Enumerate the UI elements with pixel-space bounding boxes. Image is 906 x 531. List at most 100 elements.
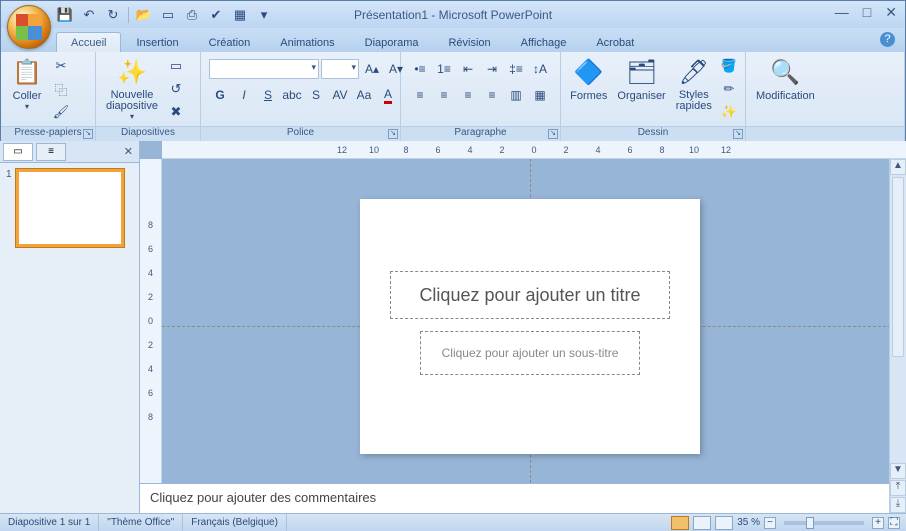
save-icon[interactable]: 💾 <box>56 6 74 24</box>
quick-styles-button[interactable]: 🖊 Styles rapides <box>671 54 717 114</box>
vertical-ruler: 864202468 <box>140 159 162 483</box>
text-direction-icon[interactable]: ↕A <box>529 58 551 80</box>
zoom-level[interactable]: 35 % <box>737 517 760 528</box>
layout-icon[interactable]: ▭ <box>166 56 186 76</box>
prev-slide-icon[interactable]: ⤒ <box>890 480 906 496</box>
qat-customize-icon[interactable]: ▾ <box>255 6 273 24</box>
undo-icon[interactable]: ↶ <box>80 6 98 24</box>
bullets-icon[interactable]: •≡ <box>409 58 431 80</box>
shape-effects-icon[interactable]: ✨ <box>719 102 739 122</box>
font-launcher[interactable]: ↘ <box>388 129 398 139</box>
status-language[interactable]: Français (Belgique) <box>183 514 287 531</box>
open-icon[interactable]: 📂 <box>135 6 153 24</box>
shadow-button[interactable]: S <box>305 84 327 106</box>
normal-view-button[interactable] <box>671 516 689 530</box>
table-icon[interactable]: ▦ <box>231 6 249 24</box>
group-slides-label: Diapositives <box>121 127 175 138</box>
shape-fill-icon[interactable]: 🪣 <box>719 56 739 76</box>
tab-acrobat[interactable]: Acrobat <box>581 32 649 52</box>
underline-button[interactable]: S <box>257 84 279 106</box>
quickprint-icon[interactable]: ⎙ <box>183 6 201 24</box>
paste-button[interactable]: 📋 Coller ▾ <box>5 54 49 113</box>
tab-affichage[interactable]: Affichage <box>506 32 582 52</box>
scroll-up-icon[interactable]: ▲ <box>890 159 906 175</box>
shape-outline-icon[interactable]: ✏ <box>719 79 739 99</box>
next-slide-icon[interactable]: ⤓ <box>890 497 906 513</box>
line-spacing-icon[interactable]: ‡≡ <box>505 58 527 80</box>
maximize-button[interactable]: □ <box>863 4 871 21</box>
clipboard-launcher[interactable]: ↘ <box>83 129 93 139</box>
strike-button[interactable]: abc <box>281 84 303 106</box>
close-button[interactable]: ✕ <box>885 4 897 21</box>
decrease-indent-icon[interactable]: ⇤ <box>457 58 479 80</box>
tab-creation[interactable]: Création <box>194 32 266 52</box>
vertical-scrollbar[interactable]: ▲ ▼ ⤒ ⤓ <box>889 159 906 513</box>
slides-tab[interactable]: ▭ <box>3 143 33 161</box>
help-icon[interactable]: ? <box>880 32 895 47</box>
format-painter-icon[interactable]: 🖌 <box>51 102 71 122</box>
tab-revision[interactable]: Révision <box>433 32 505 52</box>
copy-icon[interactable]: ⿻ <box>51 79 71 99</box>
tab-animations[interactable]: Animations <box>265 32 349 52</box>
title-placeholder[interactable]: Cliquez pour ajouter un titre <box>390 271 670 319</box>
title-bar: 💾 ↶ ↻ 📂 ▭ ⎙ ✔ ▦ ▾ Présentation1 - Micros… <box>1 1 905 28</box>
find-button[interactable]: 🔍 Modification <box>750 54 821 104</box>
new-slide-button[interactable]: ✨ Nouvelle diapositive ▾ <box>100 54 164 123</box>
tab-insertion[interactable]: Insertion <box>121 32 193 52</box>
columns-icon[interactable]: ▥ <box>505 84 527 106</box>
status-theme[interactable]: "Thème Office" <box>99 514 183 531</box>
tab-diaporama[interactable]: Diaporama <box>350 32 434 52</box>
slideshow-view-button[interactable] <box>715 516 733 530</box>
cut-icon[interactable]: ✂ <box>51 56 71 76</box>
char-spacing-icon[interactable]: AV <box>329 84 351 106</box>
align-center-icon[interactable]: ≡ <box>433 84 455 106</box>
thumb-number: 1 <box>6 169 12 247</box>
align-left-icon[interactable]: ≡ <box>409 84 431 106</box>
redo-icon[interactable]: ↻ <box>104 6 122 24</box>
justify-icon[interactable]: ≡ <box>481 84 503 106</box>
zoom-in-button[interactable]: + <box>872 517 884 529</box>
subtitle-placeholder[interactable]: Cliquez pour ajouter un sous-titre <box>420 331 640 375</box>
workspace: ▭ ≡ ✕ 1 12108642024681012 864202468 Cliq… <box>0 141 906 513</box>
increase-indent-icon[interactable]: ⇥ <box>481 58 503 80</box>
group-slides: ✨ Nouvelle diapositive ▾ ▭ ↺ ✖ Diapositi… <box>96 52 201 141</box>
font-color-icon[interactable]: A <box>377 84 399 106</box>
font-size-combo[interactable] <box>321 59 359 79</box>
reset-icon[interactable]: ↺ <box>166 79 186 99</box>
numbering-icon[interactable]: 1≡ <box>433 58 455 80</box>
delete-slide-icon[interactable]: ✖ <box>166 102 186 122</box>
change-case-icon[interactable]: Aa <box>353 84 375 106</box>
fit-window-button[interactable]: ⛶ <box>888 517 900 529</box>
scroll-down-icon[interactable]: ▼ <box>890 463 906 479</box>
slide-panel: ▭ ≡ ✕ 1 <box>0 141 140 513</box>
grow-font-icon[interactable]: A▴ <box>361 58 383 80</box>
horizontal-ruler: 12108642024681012 <box>162 141 906 159</box>
drawing-launcher[interactable]: ↘ <box>733 129 743 139</box>
align-right-icon[interactable]: ≡ <box>457 84 479 106</box>
group-font: A▴ A▾ G I S abc S AV Aa A Police↘ <box>201 52 401 141</box>
tab-accueil[interactable]: Accueil <box>56 32 121 52</box>
smartart-icon[interactable]: ▦ <box>529 84 551 106</box>
arrange-button[interactable]: 🗂 Organiser <box>613 54 671 104</box>
zoom-out-button[interactable]: − <box>764 517 776 529</box>
close-panel-icon[interactable]: ✕ <box>124 145 133 158</box>
italic-button[interactable]: I <box>233 84 255 106</box>
scroll-thumb[interactable] <box>892 177 904 357</box>
bold-button[interactable]: G <box>209 84 231 106</box>
slide-canvas[interactable]: Cliquez pour ajouter un titre Cliquez po… <box>360 199 700 454</box>
sorter-view-button[interactable] <box>693 516 711 530</box>
minimize-button[interactable]: — <box>835 4 849 21</box>
group-paragraph-label: Paragraphe <box>454 127 506 138</box>
thumb-preview <box>16 169 124 247</box>
office-button[interactable] <box>7 5 51 49</box>
notes-pane[interactable]: Cliquez pour ajouter des commentaires <box>140 483 906 513</box>
zoom-slider[interactable] <box>784 521 864 525</box>
font-family-combo[interactable] <box>209 59 319 79</box>
shapes-button[interactable]: 🔷 Formes <box>565 54 613 104</box>
new-icon[interactable]: ▭ <box>159 6 177 24</box>
arrange-label: Organiser <box>617 90 665 102</box>
paragraph-launcher[interactable]: ↘ <box>548 129 558 139</box>
spellcheck-icon[interactable]: ✔ <box>207 6 225 24</box>
slide-thumbnail[interactable]: 1 <box>6 169 133 247</box>
outline-tab[interactable]: ≡ <box>36 143 66 161</box>
